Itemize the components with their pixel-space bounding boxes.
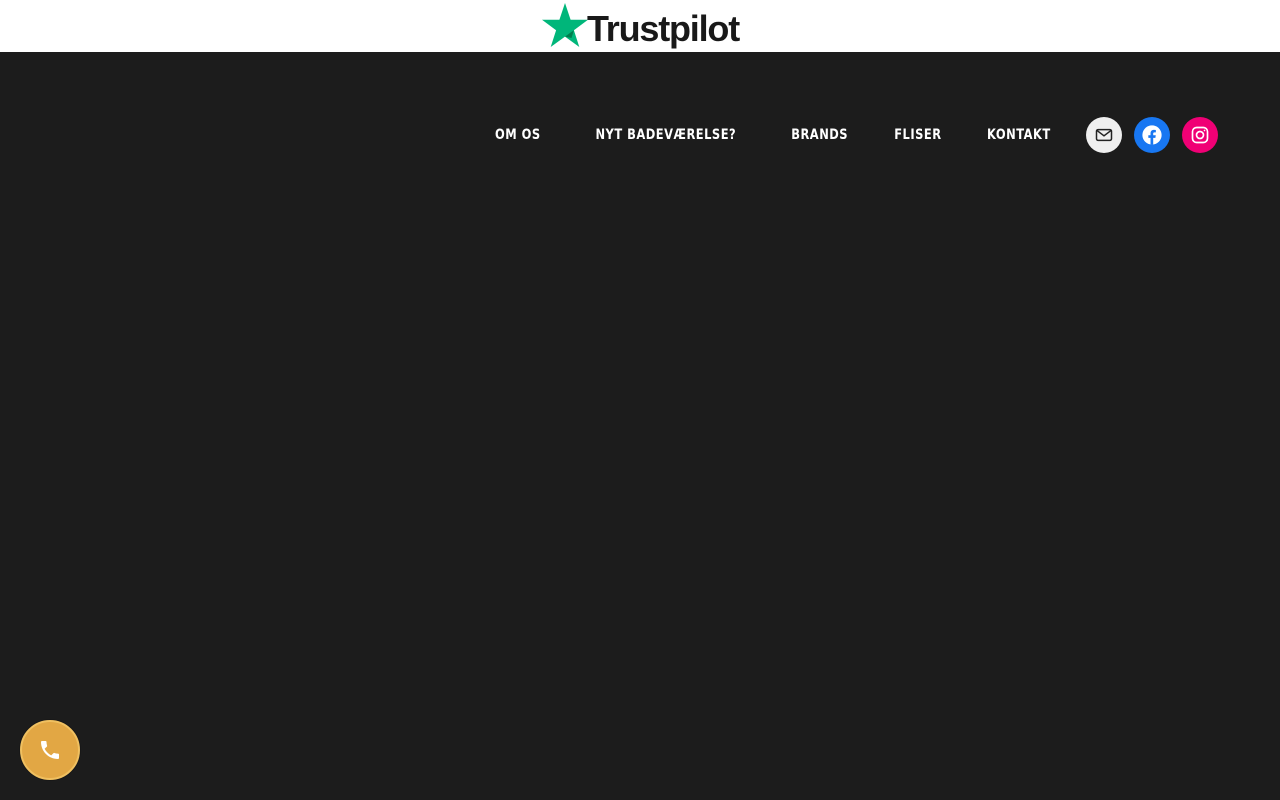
nav-item-fliser[interactable]: FLISER — [894, 127, 941, 143]
instagram-icon — [1191, 126, 1209, 144]
facebook-button[interactable] — [1134, 117, 1170, 153]
nav-item-kontakt[interactable]: KONTAKT — [987, 127, 1051, 143]
phone-icon — [41, 741, 59, 759]
mail-button[interactable] — [1086, 117, 1122, 153]
nav-item-om-os[interactable]: OM OS — [495, 127, 541, 143]
trustpilot-bar: Trustpilot — [0, 0, 1280, 52]
instagram-button[interactable] — [1182, 117, 1218, 153]
trustpilot-star-icon — [542, 3, 588, 47]
page-hero: OM OS NYT BADEVÆRELSE? BRANDS FLISER KON… — [0, 52, 1280, 800]
trustpilot-wordmark: Trustpilot — [587, 8, 740, 49]
call-button[interactable] — [20, 720, 80, 780]
mail-icon — [1095, 128, 1113, 142]
trustpilot-logo[interactable]: Trustpilot — [541, 0, 740, 52]
social-links — [1086, 117, 1218, 153]
nav-item-brands[interactable]: BRANDS — [791, 127, 848, 143]
nav-item-nyt-badevaerelse[interactable]: NYT BADEVÆRELSE? — [595, 127, 736, 143]
facebook-icon — [1142, 125, 1162, 145]
main-nav: OM OS NYT BADEVÆRELSE? BRANDS FLISER KON… — [490, 117, 1218, 153]
